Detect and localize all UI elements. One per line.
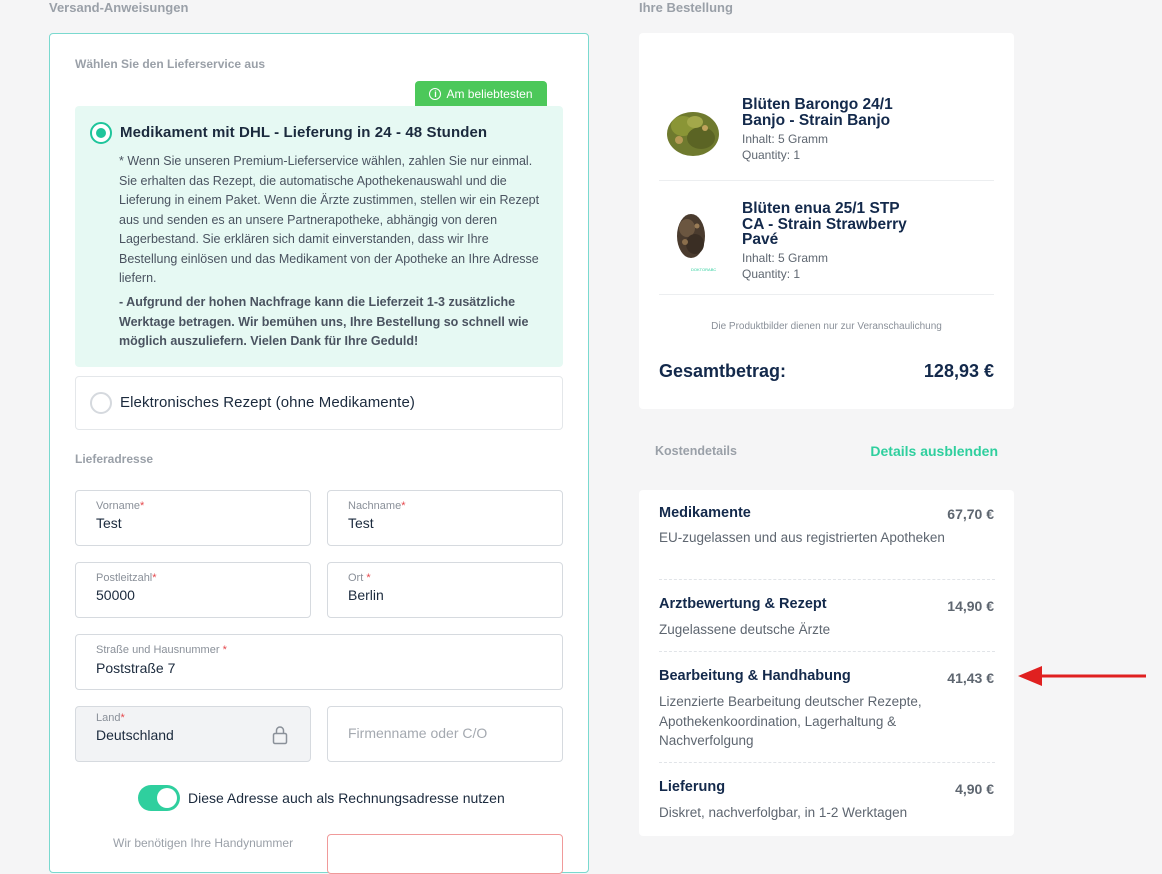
order-card: Blüten Barongo 24/1 Banjo - Strain Banjo… <box>639 33 1014 409</box>
badge-label: Am beliebtesten <box>446 87 533 101</box>
hide-details-link[interactable]: Details ausblenden <box>870 443 998 459</box>
cost-item-description: Zugelassene deutsche Ärzte <box>659 622 831 637</box>
delivery-service-label: Wählen Sie den Lieferservice aus <box>75 57 266 71</box>
cost-item-price: 41,43 € <box>947 670 994 686</box>
postal-code-field[interactable]: Postleitzahl* 50000 <box>75 562 311 618</box>
product-image-barongo <box>667 112 719 156</box>
required-marker: * <box>140 500 145 512</box>
cost-item-name: Lieferung <box>659 779 726 795</box>
company-field[interactable]: Firmenname oder C/O <box>327 706 563 762</box>
billing-address-toggle[interactable] <box>138 785 180 811</box>
cost-details-card: Medikamente 67,70 € EU-zugelassen und au… <box>639 490 1014 836</box>
company-placeholder[interactable]: Firmenname oder C/O <box>348 725 487 741</box>
lock-icon <box>272 726 288 745</box>
red-arrow-annotation <box>1018 666 1146 686</box>
postal-code-label-text: Postleitzahl <box>96 572 153 584</box>
option-dhl-description: * Wenn Sie unseren Premium-Lieferservice… <box>119 154 540 285</box>
billing-address-toggle-label: Diese Adresse auch als Rechnungsadresse … <box>188 790 505 806</box>
city-value[interactable]: Berlin <box>348 587 384 603</box>
option-dhl-note: - Aufgrund der hohen Nachfrage kann die … <box>119 295 529 348</box>
street-label: Straße und Hausnummer * <box>96 644 227 656</box>
option-erezept-title: Elektronisches Rezept (ohne Medikamente) <box>120 394 415 411</box>
country-field: Land* Deutschland <box>75 706 311 762</box>
city-label: Ort * <box>348 572 371 584</box>
street-field[interactable]: Straße und Hausnummer * Poststraße 7 <box>75 634 563 690</box>
cost-item-description: Lizenzierte Bearbeitung deutscher Rezept… <box>659 694 922 748</box>
cost-item-price: 4,90 € <box>955 781 994 797</box>
info-icon: i <box>429 88 442 100</box>
cost-separator <box>659 579 995 580</box>
option-dhl-title: Medikament mit DHL - Lieferung in 24 - 4… <box>120 124 488 141</box>
country-value: Deutschland <box>96 727 174 743</box>
product-name: Blüten Barongo 24/1 Banjo - Strain Banjo <box>742 96 893 129</box>
last-name-value[interactable]: Test <box>348 515 374 531</box>
city-label-text: Ort <box>348 572 367 584</box>
last-name-label-text: Nachname <box>348 500 402 512</box>
product-content: Inhalt: 5 Gramm <box>742 251 829 265</box>
cost-item-name: Bearbeitung & Handhabung <box>659 668 851 684</box>
cost-separator <box>659 762 995 763</box>
required-marker: * <box>222 644 227 656</box>
cost-item-name: Medikamente <box>659 505 751 521</box>
required-marker: * <box>401 500 406 512</box>
phone-hint: Wir benötigen Ihre Handynummer <box>113 836 294 850</box>
first-name-field[interactable]: Vorname* Test <box>75 490 311 546</box>
city-field[interactable]: Ort * Berlin <box>327 562 563 618</box>
total-value: 128,93 € <box>923 361 994 381</box>
cost-item-description: Diskret, nachverfolgbar, in 1-2 Werktage… <box>659 805 908 820</box>
first-name-label-text: Vorname <box>96 500 141 512</box>
delivery-address-label: Lieferadresse <box>75 452 154 466</box>
postal-code-value[interactable]: 50000 <box>96 587 135 603</box>
last-name-label: Nachname* <box>348 500 405 512</box>
cost-details-title: Kostendetails <box>655 444 737 458</box>
most-popular-badge: i Am beliebtesten <box>415 81 547 107</box>
postal-code-label: Postleitzahl* <box>96 572 157 584</box>
total-label: Gesamtbetrag: <box>659 361 787 381</box>
first-name-label: Vorname* <box>96 500 144 512</box>
cost-item-description: EU-zugelassen und aus registrierten Apot… <box>659 530 945 545</box>
required-marker: * <box>152 572 157 584</box>
product-content: Inhalt: 5 Gramm <box>742 132 829 146</box>
product-divider <box>659 294 994 295</box>
cost-separator <box>659 651 995 652</box>
street-label-text: Straße und Hausnummer <box>96 644 223 656</box>
cost-item-name: Arztbewertung & Rezept <box>659 596 827 612</box>
radio-erezept[interactable] <box>90 392 112 414</box>
street-value[interactable]: Poststraße 7 <box>96 660 175 676</box>
delivery-option-erezept[interactable]: Elektronisches Rezept (ohne Medikamente) <box>75 376 563 430</box>
delivery-option-dhl[interactable]: Medikament mit DHL - Lieferung in 24 - 4… <box>75 106 563 367</box>
required-marker: * <box>120 712 125 724</box>
required-marker: * <box>366 572 371 584</box>
product-brand-mark: DOKTORABC <box>691 267 716 272</box>
order-section-title: Ihre Bestellung <box>639 0 733 15</box>
product-image-enua: DOKTORABC <box>677 214 716 272</box>
cost-item-price: 67,70 € <box>947 506 994 522</box>
country-label-text: Land <box>96 712 121 724</box>
cost-item-price: 14,90 € <box>947 598 994 614</box>
last-name-field[interactable]: Nachname* Test <box>327 490 563 546</box>
product-name: Blüten enua 25/1 STP CA - Strain Strawbe… <box>742 200 907 248</box>
product-image-disclaimer: Die Produktbilder dienen nur zur Veransc… <box>711 321 942 332</box>
country-label: Land* <box>96 712 125 724</box>
product-divider <box>659 180 994 181</box>
shipping-section-title: Versand-Anweisungen <box>49 0 189 15</box>
first-name-value[interactable]: Test <box>96 515 122 531</box>
radio-dhl[interactable] <box>90 122 112 144</box>
phone-field[interactable] <box>327 834 563 874</box>
product-quantity: Quantity: 1 <box>742 148 801 162</box>
product-quantity: Quantity: 1 <box>742 267 801 281</box>
